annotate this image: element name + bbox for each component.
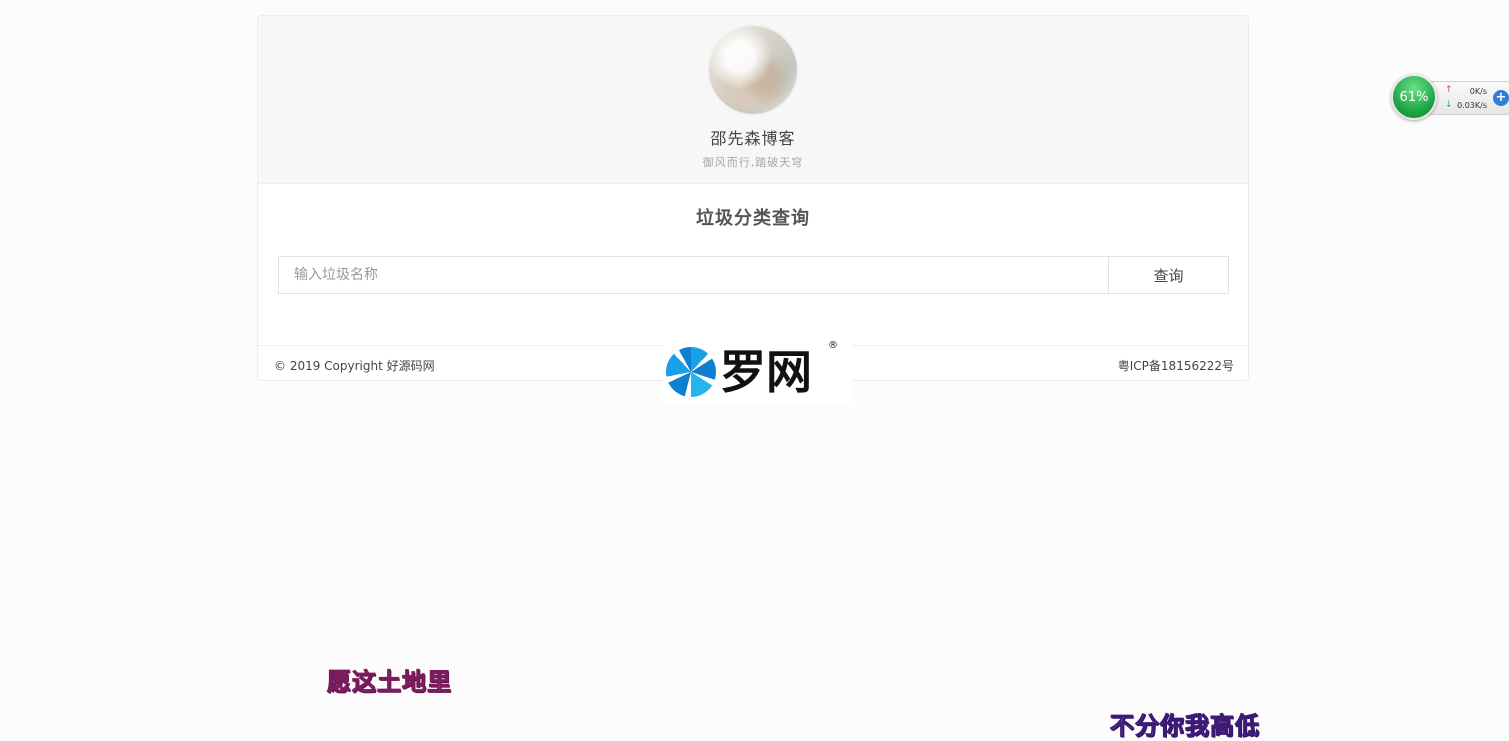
search-input[interactable] bbox=[279, 257, 1108, 293]
watermark-logo: 罗网 ® bbox=[662, 340, 852, 404]
download-rate: 0.03K/s bbox=[1457, 101, 1487, 110]
watermark-emblem-icon bbox=[666, 347, 716, 397]
watermark-text: 罗网 bbox=[720, 345, 812, 399]
plus-icon[interactable]: + bbox=[1493, 90, 1509, 106]
registered-mark: ® bbox=[828, 340, 838, 351]
search-form: 查询 bbox=[278, 256, 1229, 294]
avatar[interactable] bbox=[709, 26, 797, 114]
subtitle-left: 愿这土地里 bbox=[327, 668, 452, 697]
subtitle-right: 不分你我高低 bbox=[1110, 712, 1260, 741]
site-motto: 御风而行,踏破天穹 bbox=[702, 156, 804, 169]
upload-rate: 0K/s bbox=[1469, 87, 1487, 96]
download-arrow-icon: ↓ bbox=[1445, 100, 1453, 110]
page-title: 垃圾分类查询 bbox=[696, 208, 810, 229]
query-button[interactable]: 查询 bbox=[1108, 257, 1228, 293]
upload-arrow-icon: ↑ bbox=[1445, 85, 1453, 95]
network-speed-widget[interactable]: ↑ 0K/s ↓ 0.03K/s 61% + bbox=[1391, 74, 1509, 122]
main-card: 邵先森博客 御风而行,踏破天穹 垃圾分类查询 查询 © 2019 Copyrig… bbox=[257, 15, 1249, 381]
page: 邵先森博客 御风而行,踏破天穹 垃圾分类查询 查询 © 2019 Copyrig… bbox=[0, 0, 1509, 741]
icp-link[interactable]: 粤ICP备18156222号 bbox=[1118, 357, 1234, 374]
copyright-text: © 2019 Copyright 好源码网 bbox=[274, 359, 435, 373]
memory-usage-circle[interactable]: 61% bbox=[1391, 74, 1437, 120]
profile-header: 邵先森博客 御风而行,踏破天穹 bbox=[258, 16, 1248, 184]
site-name[interactable]: 邵先森博客 bbox=[258, 125, 1248, 149]
